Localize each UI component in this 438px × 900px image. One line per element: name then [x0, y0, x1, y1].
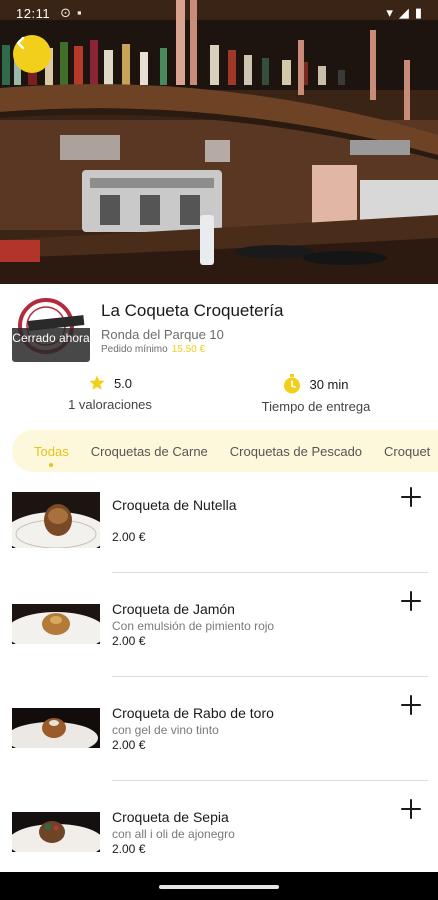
- product-image: [12, 604, 100, 644]
- product-price: 2.00 €: [112, 530, 146, 544]
- delivery-time-label: Tiempo de entrega: [261, 399, 371, 414]
- tab-croquetas-more[interactable]: Croquet: [384, 444, 430, 459]
- store-address: Ronda del Parque 10: [101, 327, 224, 342]
- notification-icon: ⊙: [60, 5, 71, 20]
- product-price: 2.00 €: [112, 842, 146, 856]
- category-tabs: Todas Croquetas de Carne Croquetas de Pe…: [12, 430, 438, 472]
- product-name: Croqueta de Rabo de toro: [112, 705, 274, 721]
- back-button[interactable]: [13, 35, 51, 73]
- delivery-time-stat: 30 min Tiempo de entrega: [246, 374, 386, 414]
- divider: [112, 676, 428, 677]
- rating-stat: 5.0 1 valoraciones: [40, 374, 180, 412]
- product-image: [12, 492, 100, 548]
- min-order: Pedido mínimo 15.50 €: [101, 344, 205, 355]
- sim-icon: ▪: [76, 5, 82, 20]
- product-description: con gel de vino tinto: [112, 723, 219, 737]
- add-icon[interactable]: [400, 590, 422, 612]
- hero-image: 12:11 ⊙ ▪ ▾ ◢ ▮: [0, 0, 438, 284]
- product-description: con all i oli de ajonegro: [112, 827, 235, 841]
- tab-croquetas-de-carne[interactable]: Croquetas de Carne: [91, 444, 208, 459]
- tab-todas[interactable]: Todas: [34, 444, 69, 467]
- delivery-time-value: 30 min: [309, 376, 349, 392]
- rating-value: 5.0: [113, 375, 133, 391]
- store-logo: Cerrado ahora: [12, 298, 90, 362]
- product-price: 2.00 €: [112, 738, 146, 752]
- signal-icon: ◢: [398, 5, 409, 20]
- min-order-label: Pedido mínimo: [101, 344, 168, 355]
- battery-icon: ▮: [414, 5, 422, 20]
- product-name: Croqueta de Sepia: [112, 809, 229, 825]
- add-icon[interactable]: [400, 486, 422, 508]
- star-icon: [89, 375, 105, 390]
- product-image: [12, 708, 100, 748]
- closed-badge: Cerrado ahora: [12, 328, 90, 362]
- product-price: 2.00 €: [112, 634, 146, 648]
- wifi-icon: ▾: [386, 5, 393, 20]
- stopwatch-icon: [284, 374, 301, 394]
- system-nav-bar: [0, 872, 438, 900]
- rating-count: 1 valoraciones: [68, 397, 152, 412]
- tab-croquetas-de-pescado[interactable]: Croquetas de Pescado: [230, 444, 362, 459]
- home-gesture-handle[interactable]: [159, 885, 279, 889]
- add-icon[interactable]: [400, 798, 422, 820]
- product-name: Croqueta de Nutella: [112, 497, 237, 513]
- divider: [112, 572, 428, 573]
- min-order-value: 15.50 €: [171, 344, 206, 355]
- divider: [112, 780, 428, 781]
- product-image: [12, 812, 100, 852]
- add-icon[interactable]: [400, 694, 422, 716]
- product-name: Croqueta de Jamón: [112, 601, 235, 617]
- status-bar: 12:11 ⊙ ▪ ▾ ◢ ▮: [0, 0, 438, 26]
- chevron-left-icon: [16, 36, 25, 50]
- bar-photo: [0, 0, 438, 284]
- product-description: Con emulsión de pimiento rojo: [112, 619, 275, 633]
- status-time: 12:11: [16, 5, 51, 21]
- store-name: La Coqueta Croquetería: [101, 301, 284, 320]
